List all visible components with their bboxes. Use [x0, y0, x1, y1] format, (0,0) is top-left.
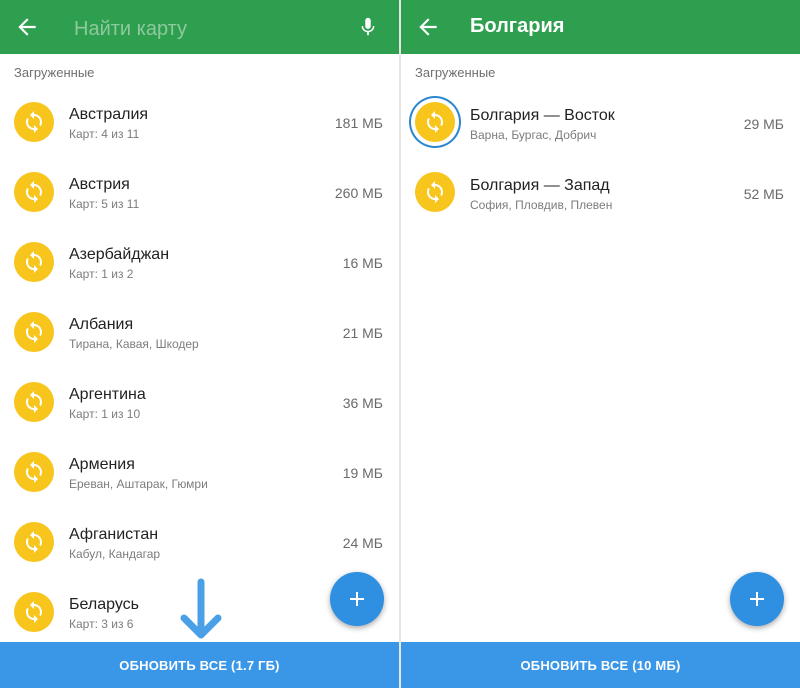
- item-name: Азербайджан: [69, 246, 170, 263]
- region-panel: Болгария Загруженные Болгария — Восток В…: [401, 0, 800, 688]
- list-item[interactable]: Австрия Карт: 5 из 11 260 МБ: [0, 157, 399, 227]
- item-name: Болгария — Запад: [470, 177, 610, 194]
- item-size: 181 МБ: [334, 115, 383, 131]
- item-subtitle: Тирана, Кавая, Шкодер: [69, 337, 199, 351]
- top-bar: Болгария: [401, 0, 800, 54]
- item-size: 16 МБ: [342, 255, 383, 271]
- section-title-downloaded: Загруженные: [14, 65, 95, 80]
- item-name: Беларусь: [69, 596, 139, 613]
- item-name: Аргентина: [69, 386, 146, 403]
- refresh-icon[interactable]: [14, 102, 54, 142]
- top-bar: [0, 0, 399, 54]
- add-map-button[interactable]: [330, 572, 384, 626]
- item-name: Албания: [69, 316, 134, 333]
- list-item[interactable]: Болгария — Восток Варна, Бургас, Добрич …: [401, 87, 800, 157]
- item-name: Австралия: [69, 106, 149, 123]
- item-subtitle: Карт: 4 из 11: [69, 127, 140, 141]
- refresh-icon[interactable]: [14, 592, 54, 632]
- search-input[interactable]: [72, 14, 346, 44]
- item-name: Австрия: [69, 176, 130, 193]
- item-size: 36 МБ: [342, 395, 383, 411]
- item-subtitle: Карт: 3 из 6: [69, 617, 134, 631]
- item-subtitle: Карт: 1 из 2: [69, 267, 134, 281]
- section-title-downloaded: Загруженные: [415, 65, 496, 80]
- item-name: Болгария — Восток: [470, 107, 615, 124]
- item-size: 24 МБ: [342, 535, 383, 551]
- page-title: Болгария: [470, 15, 565, 37]
- refresh-icon[interactable]: [14, 382, 54, 422]
- item-subtitle: Варна, Бургас, Добрич: [470, 128, 597, 142]
- down-arrow-icon: [180, 578, 222, 639]
- item-size: 19 МБ: [342, 465, 383, 481]
- item-subtitle: Ереван, Аштарак, Гюмри: [69, 477, 208, 491]
- update-all-button[interactable]: ОБНОВИТЬ ВСЕ (1.7 ГБ): [0, 642, 399, 688]
- item-size: 29 МБ: [743, 116, 784, 132]
- item-subtitle: София, Пловдив, Плевен: [470, 198, 613, 212]
- item-size: 52 МБ: [743, 186, 784, 202]
- countries-panel: Загруженные Австралия Карт: 4 из 11 181 …: [0, 0, 399, 688]
- refresh-icon[interactable]: [14, 172, 54, 212]
- item-name: Армения: [69, 456, 135, 473]
- update-all-button[interactable]: ОБНОВИТЬ ВСЕ (10 МБ): [401, 642, 800, 688]
- refresh-icon[interactable]: [415, 102, 455, 142]
- back-arrow-icon[interactable]: [415, 14, 441, 40]
- item-subtitle: Карт: 1 из 10: [69, 407, 141, 421]
- item-subtitle: Карт: 5 из 11: [69, 197, 140, 211]
- item-subtitle: Кабул, Кандагар: [69, 547, 161, 561]
- add-map-button[interactable]: [730, 572, 784, 626]
- list-item[interactable]: Аргентина Карт: 1 из 10 36 МБ: [0, 367, 399, 437]
- list-item[interactable]: Австралия Карт: 4 из 11 181 МБ: [0, 87, 399, 157]
- list-item[interactable]: Болгария — Запад София, Пловдив, Плевен …: [401, 157, 800, 227]
- refresh-icon[interactable]: [14, 452, 54, 492]
- plus-icon: [750, 592, 764, 606]
- microphone-icon[interactable]: [357, 15, 379, 39]
- refresh-icon[interactable]: [14, 522, 54, 562]
- list-item[interactable]: Албания Тирана, Кавая, Шкодер 21 МБ: [0, 297, 399, 367]
- item-name: Афганистан: [69, 526, 159, 543]
- refresh-icon[interactable]: [415, 172, 455, 212]
- item-size: 21 МБ: [342, 325, 383, 341]
- refresh-icon[interactable]: [14, 242, 54, 282]
- list-item[interactable]: Армения Ереван, Аштарак, Гюмри 19 МБ: [0, 437, 399, 507]
- list-item[interactable]: Азербайджан Карт: 1 из 2 16 МБ: [0, 227, 399, 297]
- list-item[interactable]: Афганистан Кабул, Кандагар 24 МБ: [0, 507, 399, 577]
- plus-icon: [350, 592, 364, 606]
- back-arrow-icon[interactable]: [14, 14, 40, 40]
- item-size: 260 МБ: [334, 185, 383, 201]
- refresh-icon[interactable]: [14, 312, 54, 352]
